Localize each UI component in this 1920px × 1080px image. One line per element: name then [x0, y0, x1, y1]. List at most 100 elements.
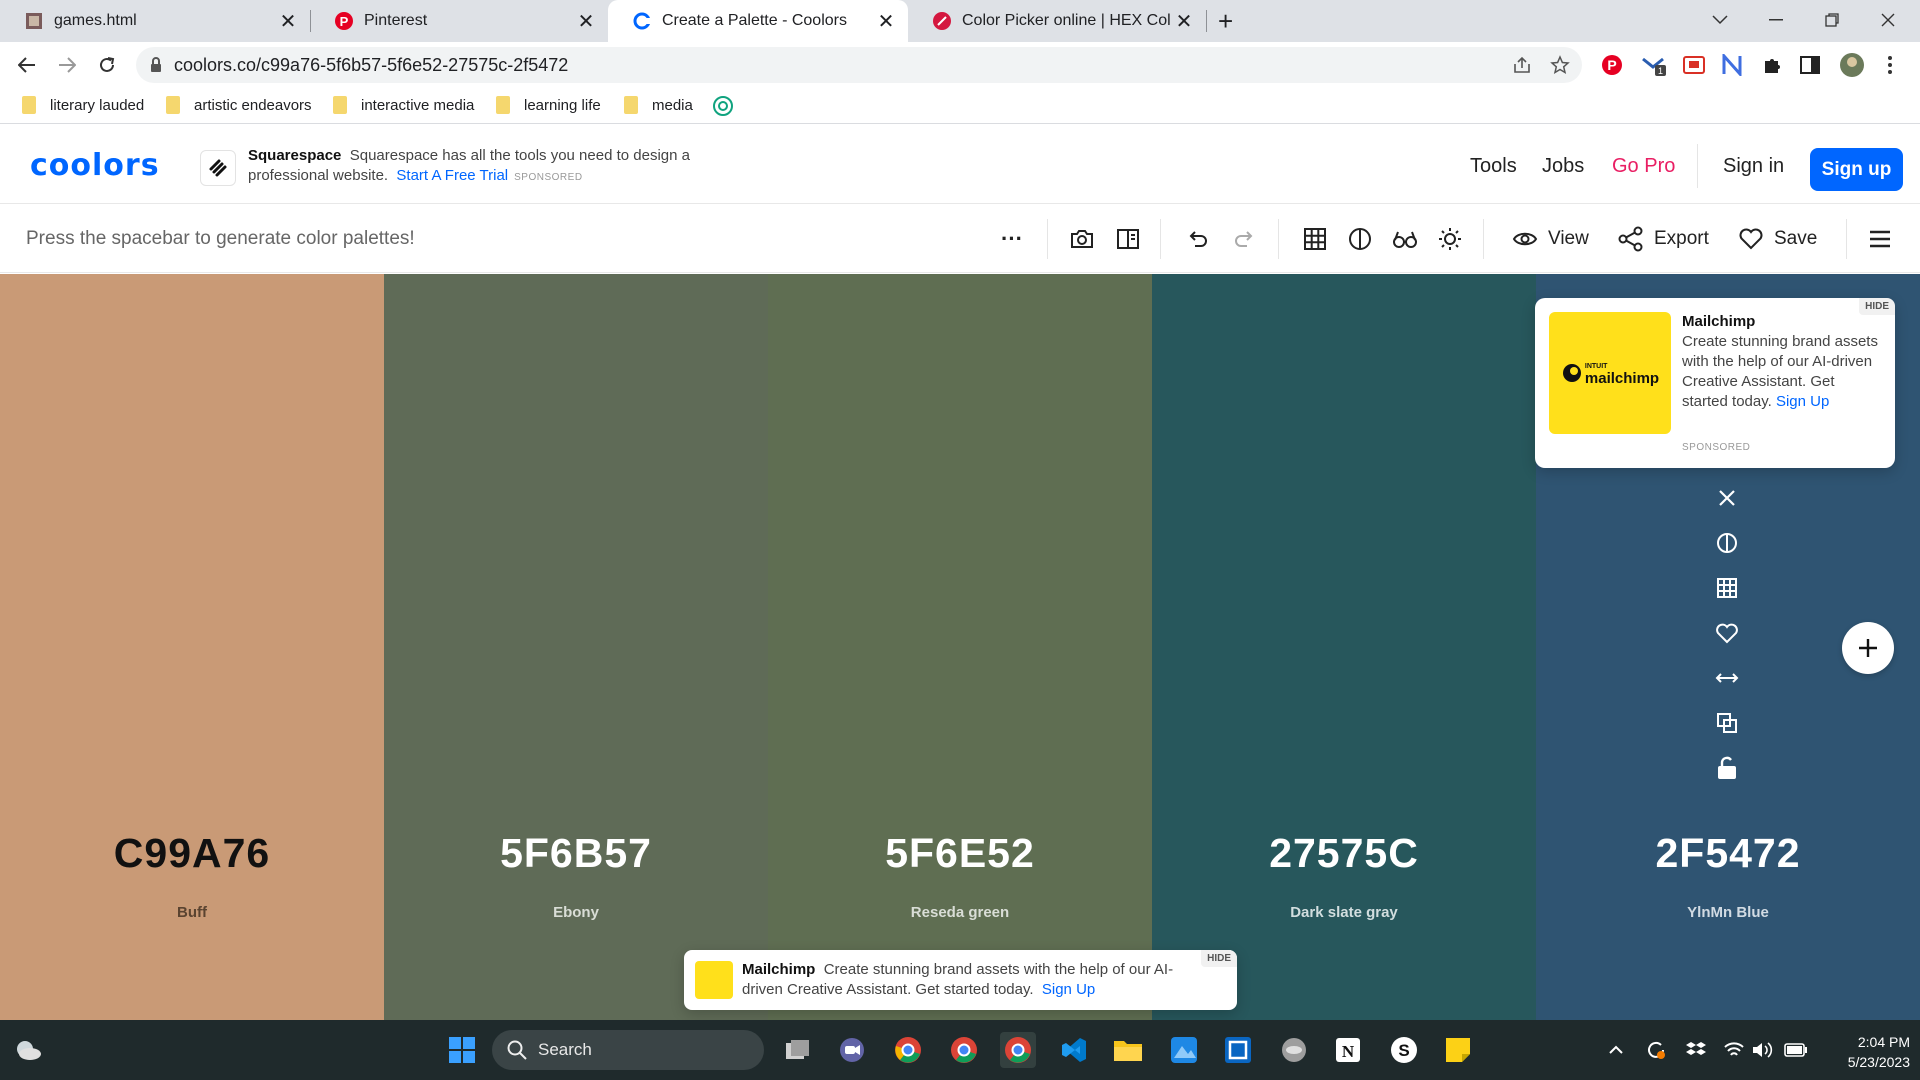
camera-icon[interactable]: [1068, 224, 1096, 254]
sticky-notes-icon[interactable]: [1440, 1032, 1476, 1068]
bookmark-folder[interactable]: artistic endeavors: [164, 96, 312, 114]
minimize-icon[interactable]: [1748, 0, 1804, 40]
add-color-button[interactable]: [1842, 622, 1894, 674]
close-tab-icon[interactable]: ✕: [276, 9, 300, 33]
squarespace-ad[interactable]: Squarespace Squarespace has all the tool…: [200, 146, 700, 190]
tab-pinterest[interactable]: P Pinterest ✕: [310, 0, 608, 42]
nav-tools[interactable]: Tools: [1470, 128, 1517, 204]
pinterest-extension-icon[interactable]: P: [1598, 51, 1626, 79]
sign-in-link[interactable]: Sign in: [1723, 128, 1784, 204]
ad-link[interactable]: Start A Free Trial: [396, 167, 508, 184]
brightness-icon[interactable]: [1436, 224, 1464, 254]
battery-icon[interactable]: [1784, 1038, 1808, 1062]
browser-menu-icon[interactable]: [1876, 51, 1904, 79]
nav-jobs[interactable]: Jobs: [1542, 128, 1584, 204]
n-extension-icon[interactable]: [1718, 51, 1746, 79]
mail-extension-icon[interactable]: 1: [1640, 51, 1668, 79]
hex-code[interactable]: 5F6B57: [384, 830, 768, 877]
profile-avatar[interactable]: [1838, 51, 1866, 79]
close-window-icon[interactable]: [1860, 0, 1916, 40]
file-explorer-icon[interactable]: [1110, 1032, 1146, 1068]
color-name[interactable]: Buff: [0, 904, 384, 921]
coolors-logo[interactable]: coolors: [30, 148, 160, 183]
color-swatch[interactable]: 27575C Dark slate gray: [1152, 274, 1536, 1020]
favorite-heart-icon[interactable]: [1705, 615, 1749, 651]
hamburger-menu-icon[interactable]: [1866, 224, 1894, 254]
redo-icon[interactable]: [1230, 224, 1258, 254]
screen-capture-extension-icon[interactable]: [1680, 51, 1708, 79]
undo-icon[interactable]: [1184, 224, 1212, 254]
nav-go-pro[interactable]: Go Pro: [1612, 128, 1675, 204]
tab-games[interactable]: games.html ✕: [0, 0, 310, 42]
extensions-puzzle-icon[interactable]: [1758, 51, 1786, 79]
app-circle-icon[interactable]: [1276, 1032, 1312, 1068]
hex-code[interactable]: 27575C: [1152, 830, 1536, 877]
dropbox-icon[interactable]: [1684, 1038, 1708, 1062]
color-name[interactable]: Dark slate gray: [1152, 904, 1536, 921]
chrome-icon[interactable]: [890, 1032, 926, 1068]
glasses-icon[interactable]: [1391, 224, 1419, 254]
chrome-active-icon[interactable]: [1000, 1032, 1036, 1068]
bracket-app-icon[interactable]: [1220, 1032, 1256, 1068]
color-name[interactable]: YlnMn Blue: [1536, 904, 1920, 921]
side-panel-icon[interactable]: [1796, 51, 1824, 79]
close-tab-icon[interactable]: ✕: [874, 9, 898, 33]
sync-icon[interactable]: [1644, 1038, 1668, 1062]
copy-icon[interactable]: [1705, 705, 1749, 741]
weather-icon[interactable]: [10, 1032, 46, 1068]
drag-icon[interactable]: [1705, 660, 1749, 696]
compare-layout-icon[interactable]: [1114, 224, 1142, 254]
reload-icon[interactable]: [92, 50, 122, 80]
tab-coolors[interactable]: Create a Palette - Coolors ✕: [608, 0, 908, 42]
tab-search-icon[interactable]: [1692, 0, 1748, 40]
chatgpt-bookmark-icon[interactable]: [713, 96, 733, 116]
view-shades-grid-icon[interactable]: [1705, 570, 1749, 606]
forward-icon[interactable]: [52, 50, 82, 80]
tab-color-picker[interactable]: Color Picker online | HEX Col ✕: [908, 0, 1206, 42]
grid-icon[interactable]: [1301, 224, 1329, 254]
shades-icon[interactable]: [1705, 525, 1749, 561]
new-tab-button[interactable]: +: [1218, 0, 1248, 42]
view-button[interactable]: View: [1512, 224, 1589, 254]
close-tab-icon[interactable]: ✕: [1172, 9, 1196, 33]
bookmark-folder[interactable]: literary lauded: [20, 96, 144, 114]
back-icon[interactable]: [12, 50, 42, 80]
bookmark-star-icon[interactable]: [1550, 55, 1570, 75]
hide-bottom-ad-button[interactable]: HIDE: [1201, 950, 1237, 967]
share-icon[interactable]: [1512, 56, 1532, 74]
contrast-icon[interactable]: [1346, 224, 1374, 254]
vscode-icon[interactable]: [1056, 1032, 1092, 1068]
bottom-ad-banner[interactable]: Mailchimp Create stunning brand assets w…: [684, 950, 1237, 1010]
teams-chat-icon[interactable]: [834, 1032, 870, 1068]
chrome-profile-icon[interactable]: [946, 1032, 982, 1068]
bookmark-folder[interactable]: interactive media: [331, 96, 474, 114]
close-tab-icon[interactable]: ✕: [574, 9, 598, 33]
mailchimp-ad-card[interactable]: INTUIT mailchimp Mailchimp Create stunning…: [1535, 298, 1895, 468]
more-options-icon[interactable]: ···: [998, 224, 1026, 254]
mailchimp-signup-link[interactable]: Sign Up: [1776, 393, 1829, 410]
system-clock[interactable]: 2:04 PM 5/23/2023: [1820, 1032, 1910, 1072]
volume-icon[interactable]: [1750, 1038, 1774, 1062]
restore-icon[interactable]: [1804, 0, 1860, 40]
bookmark-folder[interactable]: media: [622, 96, 693, 114]
hex-code[interactable]: C99A76: [0, 830, 384, 877]
windows-start-icon[interactable]: [444, 1032, 480, 1068]
hide-ad-button[interactable]: HIDE: [1859, 298, 1895, 315]
unlock-icon[interactable]: [1705, 750, 1749, 786]
remove-color-icon[interactable]: [1705, 480, 1749, 516]
notion-icon[interactable]: N: [1330, 1032, 1366, 1068]
photos-icon[interactable]: [1166, 1032, 1202, 1068]
save-button[interactable]: Save: [1738, 224, 1817, 254]
hex-code[interactable]: 5F6E52: [768, 830, 1152, 877]
bottom-ad-signup-link[interactable]: Sign Up: [1042, 981, 1095, 998]
bookmark-folder[interactable]: learning life: [494, 96, 601, 114]
color-swatch[interactable]: 5F6B57 Ebony: [384, 274, 768, 1020]
tray-overflow-icon[interactable]: [1604, 1038, 1628, 1062]
export-button[interactable]: Export: [1618, 224, 1709, 254]
task-view-icon[interactable]: [780, 1032, 816, 1068]
color-name[interactable]: Reseda green: [768, 904, 1152, 921]
color-name[interactable]: Ebony: [384, 904, 768, 921]
color-swatch[interactable]: C99A76 Buff: [0, 274, 384, 1020]
sign-up-button[interactable]: Sign up: [1810, 148, 1903, 191]
wifi-icon[interactable]: [1722, 1038, 1746, 1062]
